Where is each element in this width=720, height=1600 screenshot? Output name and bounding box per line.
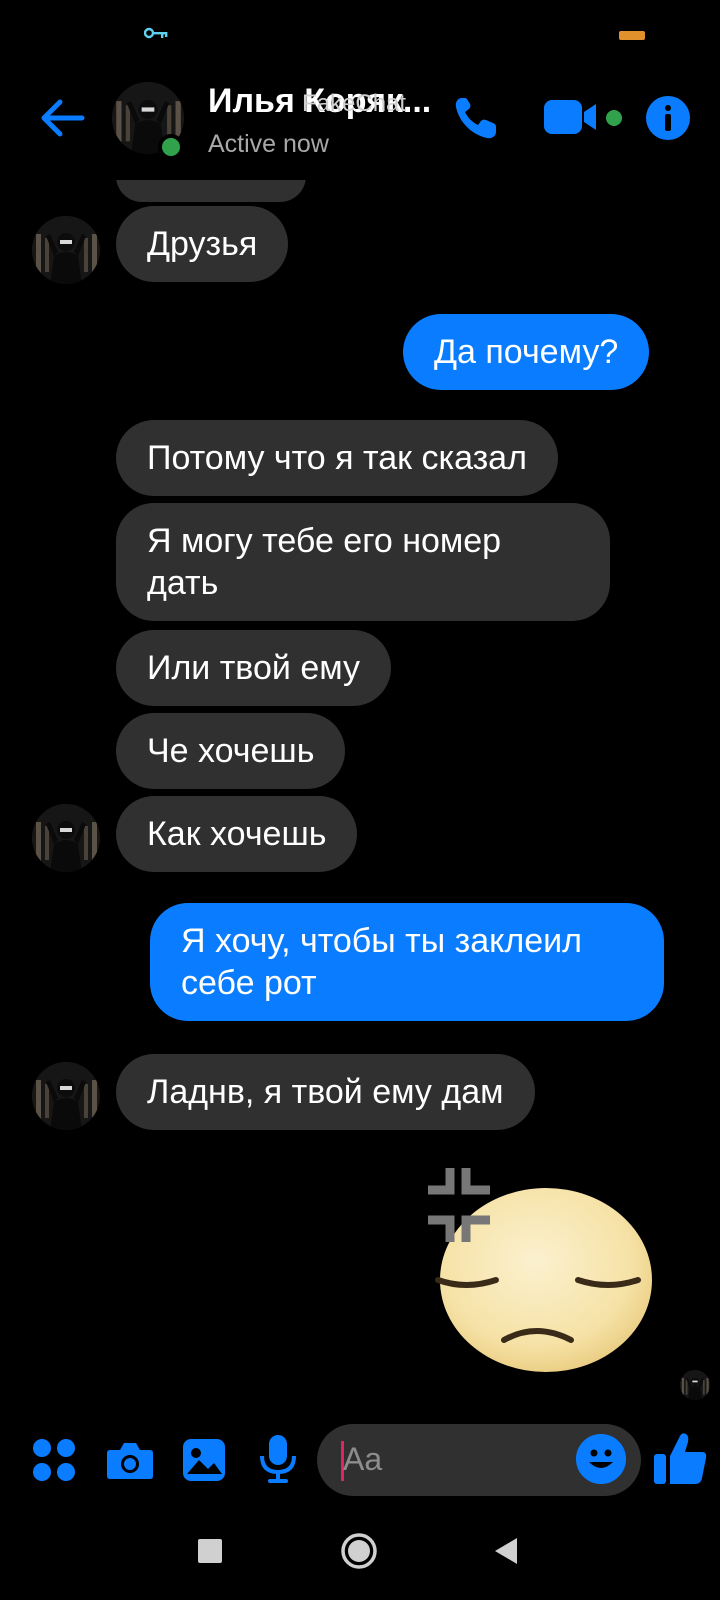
back-arrow-icon[interactable]: [38, 94, 86, 142]
avatar[interactable]: [32, 804, 100, 872]
avatar[interactable]: [32, 1062, 100, 1130]
info-icon[interactable]: [646, 96, 690, 140]
message-bubble[interactable]: Потому что я так сказал: [116, 420, 558, 496]
recents-square-icon[interactable]: [197, 1538, 223, 1564]
back-triangle-icon[interactable]: [493, 1537, 519, 1565]
message-bubble[interactable]: Друзья: [116, 206, 289, 282]
status-bar: [0, 0, 720, 70]
message-bubble[interactable]: Да почему?: [403, 314, 650, 390]
video-camera-icon[interactable]: [544, 96, 604, 138]
home-circle-icon[interactable]: [340, 1532, 378, 1570]
message-bubble[interactable]: Как хочешь: [116, 796, 358, 872]
message-input-placeholder[interactable]: Aa: [343, 1441, 382, 1478]
battery-icon: [619, 31, 645, 40]
emoji-icon[interactable]: [576, 1434, 626, 1484]
menu-dots-icon[interactable]: [30, 1436, 78, 1484]
video-online-dot: [606, 110, 622, 126]
thumbs-up-icon[interactable]: [652, 1430, 708, 1486]
message-bubble[interactable]: Ладнв, я твой ему дам: [116, 1054, 535, 1130]
key-icon: [144, 27, 168, 39]
online-indicator: [158, 134, 184, 160]
gallery-icon[interactable]: [182, 1438, 226, 1482]
message-bubble[interactable]: Или твой ему: [116, 630, 391, 706]
microphone-icon[interactable]: [258, 1434, 298, 1484]
system-nav-bar: [0, 1510, 720, 1600]
annoyed-face-sticker[interactable]: [426, 1162, 656, 1377]
phone-icon[interactable]: [452, 94, 500, 142]
message-bubble[interactable]: Че хочешь: [116, 713, 346, 789]
conversation-header: Илья Коряк... Active now: [0, 70, 720, 180]
message-bubble[interactable]: Я хочу, чтобы ты заклеил себе рот: [150, 903, 664, 1021]
message-bubble[interactable]: Я могу тебе его номер дать: [116, 503, 610, 621]
camera-icon[interactable]: [106, 1440, 154, 1480]
avatar[interactable]: [32, 216, 100, 284]
watermark: FakeChat: [302, 90, 407, 117]
message-composer: Aa: [0, 1410, 720, 1510]
seen-avatar: [680, 1370, 710, 1400]
active-status: Active now: [208, 130, 329, 158]
